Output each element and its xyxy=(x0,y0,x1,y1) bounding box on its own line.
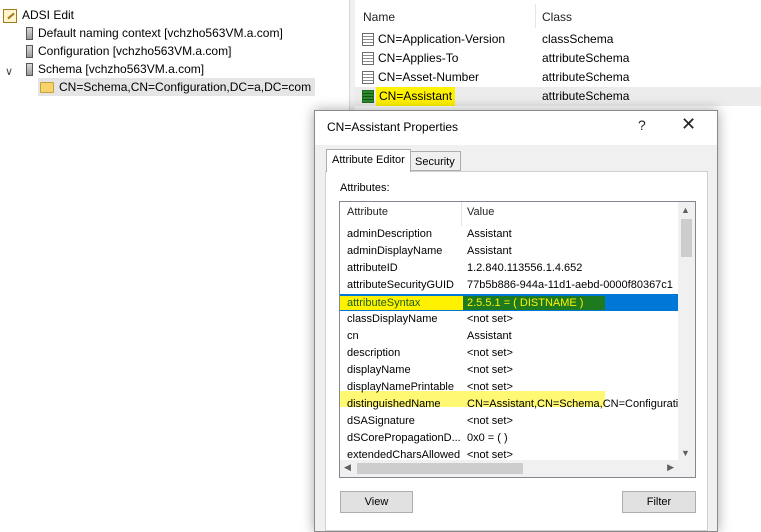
attribute-row[interactable]: displayName <not set> xyxy=(340,362,678,379)
schema-object-icon xyxy=(362,90,374,103)
attribute-name: attributeID xyxy=(347,262,398,274)
list-item[interactable]: CN=Applies-To attributeSchema xyxy=(355,49,761,68)
attribute-value: Assistant xyxy=(467,330,512,342)
attribute-name: attributeSyntax xyxy=(340,296,469,310)
attribute-name: dSASignature xyxy=(347,415,415,427)
attribute-row[interactable]: distinguishedName CN=Assistant,CN=Schema,… xyxy=(340,396,678,413)
tree-root-label: ADSI Edit xyxy=(22,8,75,22)
attribute-value: 1.2.840.113556.1.4.652 xyxy=(467,262,583,274)
attribute-value: <not set> xyxy=(467,364,513,376)
dialog-title: CN=Assistant Properties xyxy=(327,120,459,134)
attribute-row[interactable]: cn Assistant xyxy=(340,328,678,345)
scroll-up-icon[interactable]: ▲ xyxy=(681,205,690,215)
scroll-right-icon[interactable]: ▶ xyxy=(667,462,674,473)
column-divider[interactable] xyxy=(535,4,536,28)
tree-root[interactable]: ADSI Edit xyxy=(3,6,74,24)
schema-object-icon xyxy=(362,33,374,46)
view-button[interactable]: View xyxy=(340,491,413,513)
grid-header: Attribute Value xyxy=(340,202,678,226)
attributes-grid[interactable]: Attribute Value adminDescription Assistan… xyxy=(339,201,696,478)
schema-object-icon xyxy=(362,71,374,84)
attribute-name: displayNamePrintable xyxy=(347,381,454,393)
scroll-corner xyxy=(678,460,695,477)
tree-item-schema-container[interactable]: CN=Schema,CN=Configuration,DC=a,DC=com xyxy=(38,78,316,96)
list-item-name: CN=Application-Version xyxy=(378,32,506,46)
attribute-row-selected[interactable]: attributeSyntax 2.5.5.1 = ( DISTNAME ) xyxy=(340,294,678,311)
attribute-value: 77b5b886-944a-11d1-aebd-0000f80367c1 xyxy=(467,279,673,291)
attribute-name: attributeSecurityGUID xyxy=(347,279,454,291)
scroll-thumb[interactable] xyxy=(681,219,692,257)
tab-security[interactable]: Security xyxy=(409,151,461,171)
attribute-name: cn xyxy=(347,330,359,342)
attribute-value: <not set> xyxy=(467,415,513,427)
column-divider[interactable] xyxy=(461,202,462,226)
list-item[interactable]: CN=Application-Version classSchema xyxy=(355,30,761,49)
attributes-label: Attributes: xyxy=(340,182,390,194)
server-icon xyxy=(26,45,33,59)
attribute-name: classDisplayName xyxy=(347,313,438,325)
attribute-name: distinguishedName xyxy=(347,398,441,410)
adsi-edit-icon xyxy=(3,8,17,23)
attribute-name: dSCorePropagationD... xyxy=(347,432,461,444)
list-item-class: attributeSchema xyxy=(542,89,630,103)
list-item-selected[interactable]: CN=Assistant attributeSchema xyxy=(355,87,761,106)
scroll-left-icon[interactable]: ◀ xyxy=(344,462,351,473)
schema-object-icon xyxy=(362,52,374,65)
list-item[interactable]: CN=Asset-Number attributeSchema xyxy=(355,68,761,87)
attribute-name: description xyxy=(347,347,401,359)
scroll-thumb[interactable] xyxy=(357,463,523,474)
filter-button[interactable]: Filter xyxy=(622,491,696,513)
close-button[interactable]: ✕ xyxy=(681,114,696,135)
tree-item-label: Default naming context [vchzho563VM.a.co… xyxy=(38,26,283,40)
list-item-class: classSchema xyxy=(542,32,614,46)
attribute-row[interactable]: dSCorePropagationD... 0x0 = ( ) xyxy=(340,430,678,447)
column-header-class[interactable]: Class xyxy=(542,7,572,27)
tab-attribute-editor[interactable]: Attribute Editor xyxy=(326,149,411,172)
attribute-value: <not set> xyxy=(467,313,513,325)
attribute-row[interactable]: adminDescription Assistant xyxy=(340,226,678,243)
attribute-value: 2.5.5.1 = ( DISTNAME ) xyxy=(463,296,606,310)
vertical-scrollbar[interactable]: ▲ ▼ xyxy=(678,202,695,461)
column-header-name[interactable]: Name xyxy=(363,7,395,27)
tree-item-label: CN=Schema,CN=Configuration,DC=a,DC=com xyxy=(59,80,312,94)
attribute-value: 0x0 = ( ) xyxy=(467,432,508,444)
scroll-down-icon[interactable]: ▼ xyxy=(681,448,690,458)
column-header-attribute[interactable]: Attribute xyxy=(347,206,388,218)
attribute-value: Assistant xyxy=(467,245,512,257)
attribute-value: Assistant xyxy=(467,228,512,240)
attribute-row[interactable]: classDisplayName <not set> xyxy=(340,311,678,328)
attribute-row[interactable]: adminDisplayName Assistant xyxy=(340,243,678,260)
chevron-down-icon[interactable]: ∨ xyxy=(5,65,13,78)
folder-icon xyxy=(40,82,54,94)
tree-item-schema[interactable]: Schema [vchzho563VM.a.com] xyxy=(26,60,204,78)
help-button[interactable]: ? xyxy=(638,117,646,133)
tree-item-default-naming-context[interactable]: Default naming context [vchzho563VM.a.co… xyxy=(26,24,283,42)
list-item-class: attributeSchema xyxy=(542,70,630,84)
list-item-name: CN=Assistant xyxy=(376,87,456,106)
attribute-name: adminDescription xyxy=(347,228,432,240)
attribute-row[interactable]: description <not set> xyxy=(340,345,678,362)
tree-item-configuration[interactable]: Configuration [vchzho563VM.a.com] xyxy=(26,42,231,60)
attribute-row[interactable]: attributeID 1.2.840.113556.1.4.652 xyxy=(340,260,678,277)
properties-dialog[interactable]: CN=Assistant Properties ? ✕ Attribute Ed… xyxy=(314,110,718,532)
server-icon xyxy=(26,27,33,41)
tree-pane[interactable]: ADSI Edit Default naming context [vchzho… xyxy=(0,0,349,524)
attribute-row[interactable]: displayNamePrintable <not set> xyxy=(340,379,678,396)
attribute-value: CN=Assistant,CN=Schema,CN=Configuration xyxy=(467,398,678,410)
horizontal-scrollbar[interactable]: ◀ ▶ xyxy=(340,460,678,477)
attribute-row[interactable]: attributeSecurityGUID 77b5b886-944a-11d1-… xyxy=(340,277,678,294)
server-icon xyxy=(26,63,33,77)
column-header-value[interactable]: Value xyxy=(467,206,494,218)
attribute-value: <not set> xyxy=(467,347,513,359)
list-item-name: CN=Applies-To xyxy=(378,51,459,65)
tree-item-label: Schema [vchzho563VM.a.com] xyxy=(38,62,205,76)
attribute-name: adminDisplayName xyxy=(347,245,443,257)
attribute-name: displayName xyxy=(347,364,411,376)
attribute-value: <not set> xyxy=(467,381,513,393)
list-item-class: attributeSchema xyxy=(542,51,630,65)
tree-item-label: Configuration [vchzho563VM.a.com] xyxy=(38,44,232,58)
list-item-name: CN=Asset-Number xyxy=(378,70,480,84)
attribute-row[interactable]: dSASignature <not set> xyxy=(340,413,678,430)
